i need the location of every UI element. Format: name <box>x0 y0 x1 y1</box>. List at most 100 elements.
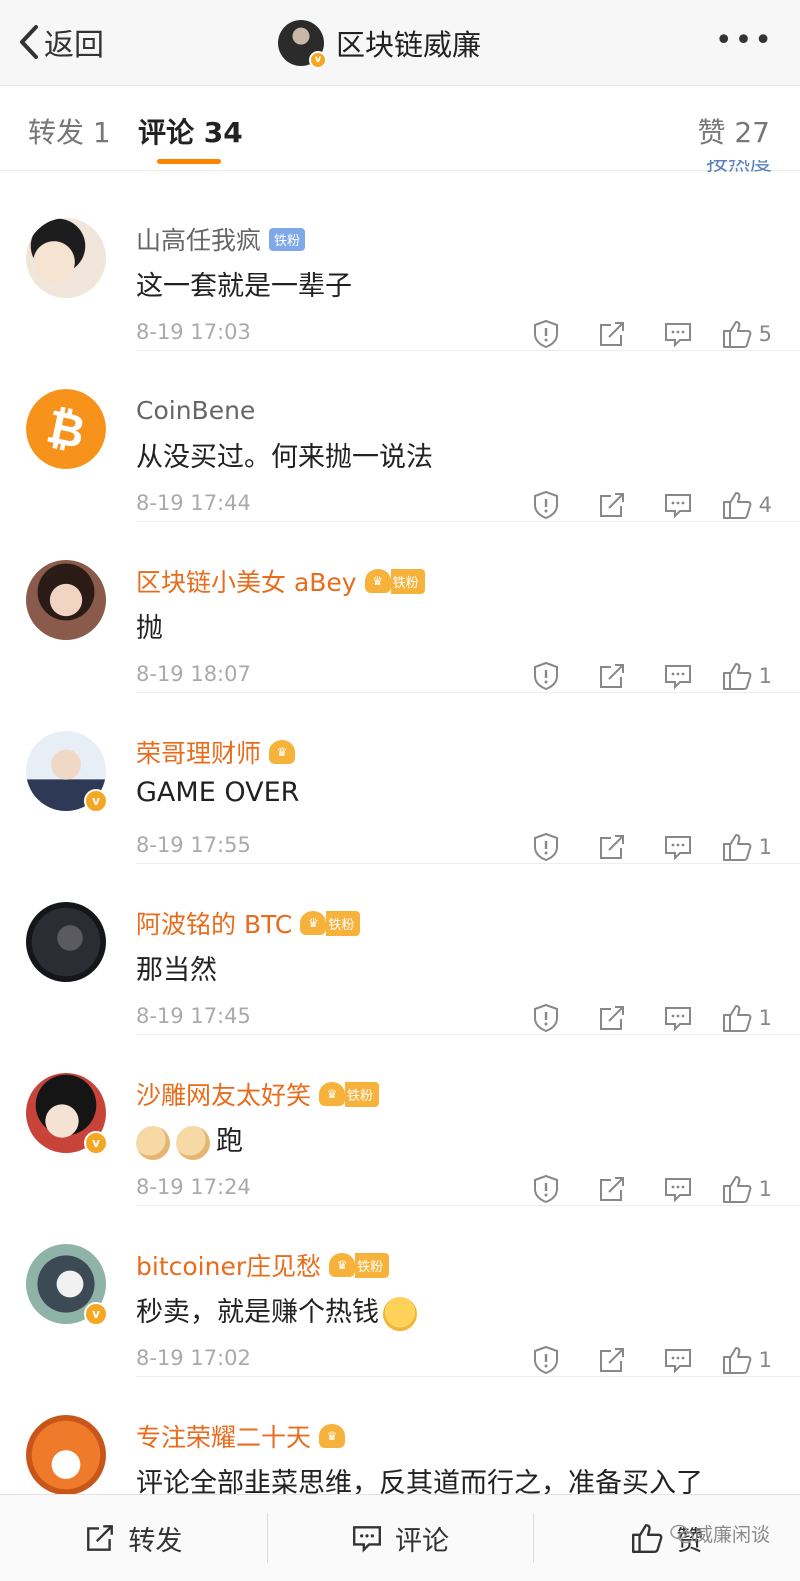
comment-button[interactable]: 评论 <box>266 1495 534 1581</box>
crown-icon: ♛ <box>329 1253 356 1277</box>
share-icon <box>87 1525 114 1551</box>
fan-badge: ♛ 铁粉 <box>329 1252 390 1278</box>
avatar[interactable] <box>26 902 106 982</box>
commenter-name[interactable]: CoinBene <box>136 396 255 425</box>
report-button[interactable] <box>513 489 579 521</box>
comment-icon <box>664 836 691 861</box>
report-button[interactable] <box>513 1002 579 1034</box>
commenter-name[interactable]: 专注荣耀二十天 <box>136 1418 311 1454</box>
tab-comments[interactable]: 评论 34 <box>138 111 243 151</box>
reply-button[interactable] <box>645 318 711 350</box>
comment-text: 这一套就是一辈子 <box>136 271 352 302</box>
crown-icon: ♛ <box>269 740 296 764</box>
thumbs-up-icon <box>722 1005 752 1032</box>
report-button[interactable] <box>513 1344 579 1376</box>
thumbs-up-icon <box>722 834 752 861</box>
share-button[interactable] <box>579 831 645 863</box>
reply-button[interactable] <box>645 1344 711 1376</box>
commenter-name[interactable]: 区块链小美女 aBey <box>136 563 357 599</box>
comment-text: GAME OVER <box>136 777 300 808</box>
more-options-button[interactable]: ••• <box>715 26 774 56</box>
commenter-name[interactable]: 阿波铭的 BTC <box>136 905 292 941</box>
comment-item: 阿波铭的 BTC ♛ 铁粉 那当然 8-19 17:45 1 <box>26 864 800 1035</box>
comment-text: 那当然 <box>136 955 217 986</box>
report-icon <box>533 1174 558 1204</box>
share-button[interactable] <box>579 489 645 521</box>
avatar[interactable] <box>26 1415 106 1495</box>
share-button[interactable] <box>579 1344 645 1376</box>
sort-by-hot-toggle[interactable]: 按热度 <box>706 160 772 174</box>
share-button[interactable] <box>579 318 645 350</box>
wechat-icon <box>670 1524 694 1543</box>
comment-icon <box>664 1007 691 1032</box>
comment-list: 山高任我疯 铁粉 这一套就是一辈子 8-19 17:03 5 ₿ CoinBene… <box>0 180 800 1548</box>
share-button[interactable] <box>579 1173 645 1205</box>
crown-icon: ♛ <box>300 911 327 935</box>
comment-label: 评论 <box>395 1525 449 1557</box>
report-button[interactable] <box>513 318 579 350</box>
report-button[interactable] <box>513 660 579 692</box>
like-button[interactable]: 1 <box>721 1003 772 1033</box>
reply-button[interactable] <box>645 1173 711 1205</box>
fan-badge: ♛ 铁粉 <box>319 1081 380 1107</box>
commenter-name[interactable]: 沙雕网友太好笑 <box>136 1076 311 1112</box>
comment-time: 8-19 17:45 <box>136 1004 251 1028</box>
comment-time: 8-19 17:55 <box>136 833 251 857</box>
avatar[interactable] <box>26 560 106 640</box>
avatar[interactable]: v <box>26 1244 108 1326</box>
crown-icon: ♛ <box>319 1424 346 1448</box>
share-icon <box>599 493 624 517</box>
comment-icon <box>664 665 691 690</box>
like-button[interactable]: 1 <box>721 1174 772 1204</box>
like-button[interactable]: 1 <box>721 661 772 691</box>
smirk-emoji-icon <box>383 1296 417 1331</box>
report-icon <box>533 661 558 691</box>
reply-button[interactable] <box>645 489 711 521</box>
doge-emoji-icon <box>136 1125 170 1160</box>
commenter-name[interactable]: 山高任我疯 <box>136 221 261 257</box>
watermark-text: 威廉闲谈 <box>693 1524 770 1546</box>
reply-button[interactable] <box>645 831 711 863</box>
avatar: v <box>278 20 327 69</box>
repost-label: 转发 <box>128 1525 183 1557</box>
share-button[interactable] <box>579 1002 645 1034</box>
comment-item: v 沙雕网友太好笑 ♛ 铁粉 跑 8-19 17:24 1 <box>26 1035 800 1206</box>
report-icon <box>533 1345 558 1375</box>
share-button[interactable] <box>579 660 645 692</box>
back-button[interactable]: 返回 <box>18 20 104 64</box>
tab-likes[interactable]: 赞 27 <box>697 111 770 151</box>
tab-repost[interactable]: 转发 1 <box>28 111 111 151</box>
comment-time: 8-19 17:44 <box>136 491 251 515</box>
report-button[interactable] <box>513 1173 579 1205</box>
share-icon <box>599 1348 624 1372</box>
like-button[interactable]: 5 <box>721 319 772 349</box>
thumbs-up-icon <box>722 321 752 348</box>
commenter-name[interactable]: 荣哥理财师 <box>136 734 261 770</box>
report-button[interactable] <box>513 831 579 863</box>
comment-item: 山高任我疯 铁粉 这一套就是一辈子 8-19 17:03 5 <box>26 180 800 351</box>
avatar[interactable]: ₿ <box>26 389 106 469</box>
repost-button[interactable]: 转发 <box>0 1495 267 1581</box>
share-icon <box>599 664 624 688</box>
avatar[interactable]: v <box>26 1073 108 1155</box>
doge-emoji-icon <box>176 1125 210 1160</box>
reply-button[interactable] <box>645 1002 711 1034</box>
avatar[interactable]: v <box>26 731 108 813</box>
like-button[interactable]: 1 <box>721 832 772 862</box>
reply-button[interactable] <box>645 660 711 692</box>
fan-badge: 铁粉 <box>269 227 306 251</box>
thumbs-up-icon <box>632 1524 663 1553</box>
back-label: 返回 <box>44 28 104 63</box>
page-title[interactable]: v 区块链威廉 <box>278 18 481 69</box>
comment-time: 8-19 17:02 <box>136 1346 251 1370</box>
crown-badge: ♛ <box>319 1423 346 1449</box>
share-icon <box>599 835 624 859</box>
like-button[interactable]: 1 <box>721 1345 772 1375</box>
fan-badge: ♛ 铁粉 <box>364 568 425 594</box>
watermark: 威廉闲谈 <box>670 1520 770 1547</box>
commenter-name[interactable]: bitcoiner庄见愁 <box>136 1247 321 1283</box>
avatar[interactable] <box>26 218 106 298</box>
comment-item: v 荣哥理财师 ♛ GAME OVER 8-19 17:55 1 <box>26 693 800 864</box>
like-button[interactable]: 4 <box>721 490 772 520</box>
comment-icon <box>664 323 691 348</box>
